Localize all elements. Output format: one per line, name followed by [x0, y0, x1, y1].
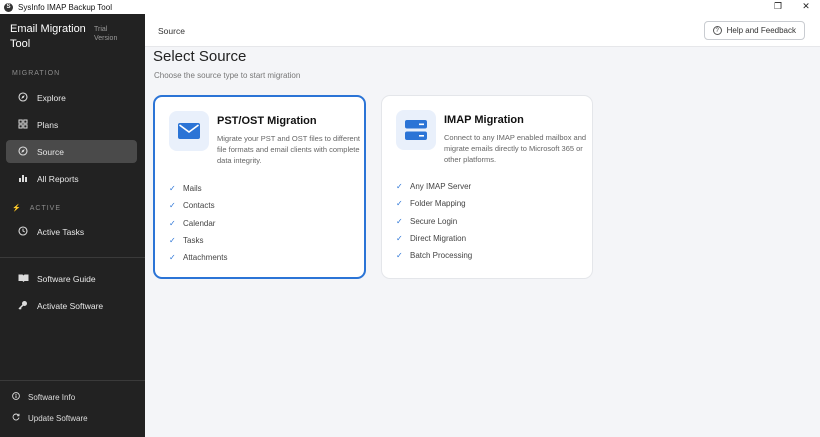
- check-icon: ✓: [396, 251, 403, 261]
- check-icon: ✓: [396, 182, 403, 192]
- list-item: ✓ Any IMAP Server: [396, 182, 472, 192]
- compass-icon: [17, 145, 29, 158]
- breadcrumb: Source: [158, 26, 185, 36]
- check-icon: ✓: [396, 234, 403, 244]
- compass-icon: [17, 91, 29, 104]
- clock-icon: [17, 225, 29, 238]
- bar-chart-icon: [17, 173, 29, 185]
- sidebar-item-label: All Reports: [37, 173, 79, 184]
- list-item: ✓ Direct Migration: [396, 234, 467, 244]
- list-item: ✓ Contacts: [169, 201, 215, 211]
- check-icon: ✓: [169, 218, 176, 228]
- mail-icon: [169, 111, 209, 151]
- section-label-migration: MIGRATION: [12, 70, 61, 77]
- sidebar-item-label: Plans: [37, 119, 59, 130]
- card-description: Migrate your PST and OST files to differ…: [217, 134, 360, 165]
- lightning-icon: ⚡: [12, 205, 22, 212]
- sidebar-item-active-tasks[interactable]: Active Tasks: [6, 220, 137, 243]
- list-item: ✓ Calendar: [169, 218, 216, 228]
- card-title: PST/OST Migration: [217, 115, 317, 127]
- section-label-active: ⚡ ACTIVE: [12, 205, 62, 212]
- feature-list: ✓ Any IMAP Server ✓ Folder Mapping ✓ Secure…: [396, 178, 472, 264]
- sidebar-item-label: Activate Software: [37, 300, 104, 311]
- feature-list: ✓ Mails ✓ Contacts ✓ Calendar ✓ Tasks ✓ Attac…: [169, 180, 227, 266]
- sidebar-item-label: Explore: [37, 92, 66, 103]
- window-controls: ❐ ✕: [764, 0, 820, 14]
- trial-badge: Trial Version: [94, 26, 118, 42]
- window-title: SysInfo IMAP Backup Tool: [18, 2, 112, 12]
- page-title: Select Source: [153, 48, 247, 65]
- page-subtitle: Choose the source type to start migratio…: [154, 71, 301, 80]
- sidebar-item-activate-software[interactable]: Activate Software: [6, 294, 137, 317]
- check-icon: ✓: [169, 253, 176, 263]
- list-item: ✓ Folder Mapping: [396, 199, 466, 209]
- sidebar-item-label: Active Tasks: [37, 226, 85, 237]
- main-header: Source ? Help and Feedback: [145, 14, 820, 47]
- list-item: ✓ Tasks: [169, 236, 204, 246]
- book-icon: [17, 273, 29, 285]
- check-icon: ✓: [396, 216, 403, 226]
- sidebar-item-label: Software Guide: [37, 273, 96, 284]
- sidebar-item-software-guide[interactable]: Software Guide: [6, 267, 137, 290]
- help-icon: ?: [712, 26, 722, 35]
- help-feedback-label: Help and Feedback: [726, 26, 796, 35]
- update-software-label: Update Software: [28, 413, 88, 423]
- check-icon: ✓: [396, 199, 403, 209]
- sidebar-divider: [0, 257, 145, 258]
- check-icon: ✓: [169, 184, 176, 194]
- server-icon: [396, 110, 436, 150]
- pst-ost-migration-card[interactable]: PST/OST Migration Migrate your PST and O…: [153, 95, 366, 279]
- sidebar-item-source[interactable]: Source: [6, 140, 137, 163]
- sidebar-item-explore[interactable]: Explore: [6, 86, 137, 109]
- sidebar-item-plans[interactable]: Plans: [6, 113, 137, 136]
- restore-window-button[interactable]: ❐: [764, 0, 792, 14]
- grid-icon: [17, 119, 29, 131]
- app-brand: Email Migration Tool: [10, 23, 86, 50]
- help-feedback-button[interactable]: ? Help and Feedback: [703, 21, 805, 40]
- software-info-label: Software Info: [28, 392, 76, 402]
- list-item: ✓ Secure Login: [396, 216, 458, 226]
- card-description: Connect to any IMAP enabled mailbox and …: [444, 133, 587, 164]
- software-info-link[interactable]: Software Info: [12, 392, 75, 402]
- sidebar-divider: [0, 380, 145, 381]
- list-item: ✓ Mails: [169, 184, 202, 194]
- refresh-icon: [12, 413, 22, 423]
- list-item: ✓ Attachments: [169, 253, 228, 263]
- sidebar-item-all-reports[interactable]: All Reports: [6, 167, 137, 190]
- card-title: IMAP Migration: [444, 114, 524, 126]
- info-icon: [12, 392, 22, 402]
- close-window-button[interactable]: ✕: [792, 0, 820, 14]
- update-software-link[interactable]: Update Software: [12, 413, 88, 423]
- list-item: ✓ Batch Processing: [396, 251, 473, 261]
- sidebar: Email Migration Tool Trial Version MIGRA…: [0, 14, 145, 437]
- window-title-bar: S SysInfo IMAP Backup Tool ❐ ✕: [0, 0, 820, 14]
- sidebar-item-label: Source: [37, 146, 64, 157]
- app-logo-icon: S: [4, 2, 13, 12]
- key-icon: [17, 300, 29, 312]
- check-icon: ✓: [169, 236, 176, 246]
- imap-migration-card[interactable]: IMAP Migration Connect to any IMAP enabl…: [381, 95, 593, 279]
- check-icon: ✓: [169, 201, 176, 211]
